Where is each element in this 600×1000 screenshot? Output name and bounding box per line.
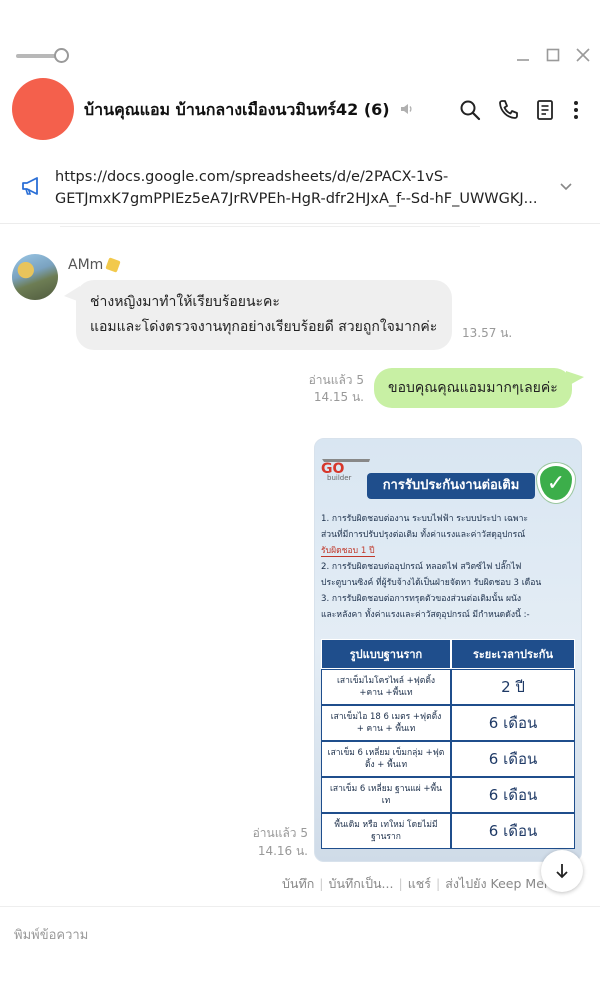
incoming-message-line-1: ช่างหญิงมาทำให้เรียบร้อยนะคะ <box>90 294 280 310</box>
close-icon[interactable] <box>574 46 592 64</box>
table-cell: 6 เดือน <box>451 777 575 813</box>
column-header: รูปแบบฐานราก <box>321 639 451 669</box>
table-cell: 6 เดือน <box>451 705 575 741</box>
sender-avatar[interactable] <box>12 254 58 300</box>
sender-badge-icon <box>105 257 121 273</box>
warranty-line: และหลังคา ทั้งค่าแรงและค่าวัสดุอุปกรณ์ ม… <box>321 610 530 620</box>
outgoing-text-time: 14.15 น. <box>313 390 364 404</box>
chevron-down-icon[interactable] <box>558 178 574 198</box>
warranty-line: ส่วนที่มีการปรับปรุงต่อเติม ทั้งค่าแรงแล… <box>321 530 526 540</box>
table-header: รูปแบบฐานราก ระยะเวลาประกัน <box>321 639 575 669</box>
more-icon[interactable] <box>564 98 588 122</box>
warranty-table: รูปแบบฐานราก ระยะเวลาประกัน เสาเข็มไมโคร… <box>321 639 575 849</box>
table-row: พื้นเดิม หรือ เทใหม่ โดยไม่มีฐานราก 6 เด… <box>321 813 575 849</box>
phone-icon[interactable] <box>496 98 520 122</box>
announcement-bar[interactable]: https://docs.google.com/spreadsheets/d/e… <box>0 158 600 224</box>
outgoing-message-bubble[interactable]: ขอบคุณคุณแอมมากๆเลยค่ะ <box>374 368 572 408</box>
announcement-line-2: GETJmxK7gmPPIEz5eA7JrRVPEh-HgR-dfr2HJxA_… <box>55 191 538 207</box>
column-header: ระยะเวลาประกัน <box>451 639 575 669</box>
arrow-down-icon <box>556 864 568 879</box>
outgoing-image-meta: อ่านแล้ว 5 14.16 น. <box>240 824 308 860</box>
chat-header: บ้านคุณแอม บ้านกลางเมืองนวมินทร์42 (6) <box>0 72 600 148</box>
image-actions: บันทึก | บันทึกเป็น... | แชร์ | ส่งไปยัง Keep … <box>282 874 564 894</box>
table-cell: 6 เดือน <box>451 813 575 849</box>
window-titlebar <box>0 0 600 70</box>
table-cell: เสาเข็มไมโครไพล์ +ฟุตติ้ง +คาน +พื้นเท <box>321 669 451 705</box>
shield-check-icon: ✓ <box>537 463 575 503</box>
search-icon[interactable] <box>458 98 482 122</box>
read-count: อ่านแล้ว 5 <box>308 373 364 387</box>
table-cell: 2 ปี <box>451 669 575 705</box>
scroll-to-bottom-button[interactable] <box>541 850 583 892</box>
warranty-line: 1. การรับผิดชอบต่องาน ระบบไฟฟ้า ระบบประป… <box>321 514 529 524</box>
warranty-image-message[interactable]: GO builder การรับประกันงานต่อเติม ✓ 1. ก… <box>314 438 582 862</box>
announcement-line-1: https://docs.google.com/spreadsheets/d/e… <box>55 169 449 185</box>
mute-icon <box>399 101 415 121</box>
warranty-line: 2. การรับผิดชอบต่ออุปกรณ์ หลอดไฟ สวิตซ์ไ… <box>321 562 522 572</box>
message-input[interactable] <box>14 923 584 947</box>
warranty-title: การรับประกันงานต่อเติม <box>367 473 535 499</box>
group-avatar[interactable] <box>12 78 74 140</box>
sender-name-text: AMm <box>68 257 104 273</box>
go-builder-logo: GO builder <box>321 461 351 482</box>
maximize-icon[interactable] <box>544 46 562 64</box>
table-cell: 6 เดือน <box>451 741 575 777</box>
warranty-body: 1. การรับผิดชอบต่องาน ระบบไฟฟ้า ระบบประป… <box>321 511 575 623</box>
minimize-icon[interactable] <box>514 46 532 64</box>
share-link[interactable]: แชร์ <box>408 874 431 894</box>
save-link[interactable]: บันทึก <box>282 874 314 894</box>
incoming-message-line-2: แอมและโด่งตรวจงานทุกอย่างเรียบร้อยดี สวย… <box>90 319 438 335</box>
outgoing-image-time: 14.16 น. <box>257 844 308 858</box>
table-row: เสาเข็ม 6 เหลี่ยม เข็มกลุ่ม +ฟุตติ้ง + พ… <box>321 741 575 777</box>
notes-icon[interactable] <box>533 98 557 122</box>
incoming-message-bubble[interactable]: ช่างหญิงมาทำให้เรียบร้อยนะคะ แอมและโด่งต… <box>76 280 452 350</box>
message-composer <box>0 906 600 1000</box>
read-count: อ่านแล้ว 5 <box>252 826 308 840</box>
message-list[interactable]: AMm ช่างหญิงมาทำให้เรียบร้อยนะคะ แอมและโ… <box>0 226 600 906</box>
table-row: เสาเข็มไมโครไพล์ +ฟุตติ้ง +คาน +พื้นเท 2… <box>321 669 575 705</box>
warranty-line: 3. การรับผิดชอบต่อการทรุดตัวของส่วนต่อเต… <box>321 594 522 604</box>
warranty-line: รับผิดชอบ 1 ปี <box>321 546 375 557</box>
divider <box>60 226 480 227</box>
outgoing-text-meta: อ่านแล้ว 5 14.15 น. <box>296 372 364 406</box>
chat-title-text: บ้านคุณแอม บ้านกลางเมืองนวมินทร์42 (6) <box>84 100 390 119</box>
table-row: เสาเข็ม 6 เหลี่ยม ฐานแผ่ +พื้นเท 6 เดือน <box>321 777 575 813</box>
table-cell: พื้นเดิม หรือ เทใหม่ โดยไม่มีฐานราก <box>321 813 451 849</box>
incoming-message-time: 13.57 น. <box>462 326 513 340</box>
table-cell: เสาเข็ม 6 เหลี่ยม ฐานแผ่ +พื้นเท <box>321 777 451 813</box>
megaphone-icon <box>20 174 44 198</box>
chat-title[interactable]: บ้านคุณแอม บ้านกลางเมืองนวมินทร์42 (6) <box>84 98 415 123</box>
save-as-link[interactable]: บันทึกเป็น... <box>329 874 394 894</box>
table-cell: เสาเข็ม 6 เหลี่ยม เข็มกลุ่ม +ฟุตติ้ง + พ… <box>321 741 451 777</box>
table-cell: เสาเข็มไอ 18 6 เมตร +ฟุตติ้ง + คาน + พื้… <box>321 705 451 741</box>
announcement-link[interactable]: https://docs.google.com/spreadsheets/d/e… <box>55 166 545 210</box>
logo-subtext: builder <box>327 474 352 482</box>
transparency-slider-knob[interactable] <box>54 48 69 63</box>
table-row: เสาเข็มไอ 18 6 เมตร +ฟุตติ้ง + คาน + พื้… <box>321 705 575 741</box>
sender-name[interactable]: AMm <box>68 257 121 273</box>
warranty-line: ประตูบานซิงค์ ที่ผู้รับจ้างได้เป็นฝ่ายจั… <box>321 578 542 588</box>
